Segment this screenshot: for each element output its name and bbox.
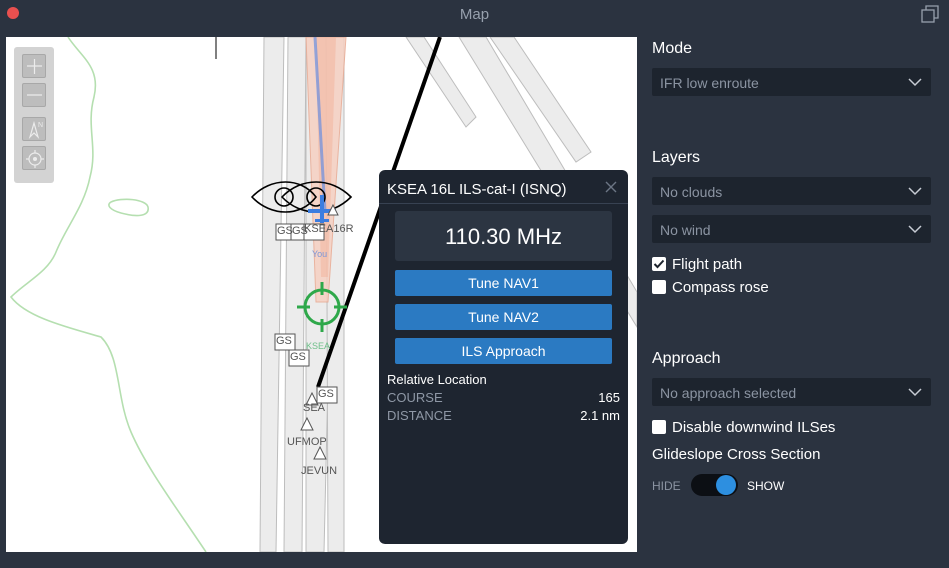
glideslope-heading: Glideslope Cross Section bbox=[652, 446, 821, 463]
gs-label: GS bbox=[276, 335, 292, 347]
zoom-out-button[interactable] bbox=[22, 83, 46, 107]
chevron-down-icon bbox=[908, 225, 922, 234]
title-bar: Map bbox=[0, 0, 949, 30]
compass-rose-label: Compass rose bbox=[672, 279, 769, 296]
gs-label: GS bbox=[318, 388, 334, 400]
flight-path-label: Flight path bbox=[672, 256, 743, 273]
glideslope-toggle-row: HIDE SHOW bbox=[652, 473, 852, 499]
distance-value: 2.1 nm bbox=[580, 408, 620, 423]
divider bbox=[379, 203, 628, 204]
crosshair-icon bbox=[26, 150, 44, 168]
jevun-label: JEVUN bbox=[301, 465, 338, 477]
you-label: You bbox=[312, 249, 328, 259]
popout-icon[interactable] bbox=[921, 5, 939, 23]
map-controls: N bbox=[14, 47, 54, 183]
glideslope-toggle[interactable] bbox=[691, 474, 738, 496]
wind-select-value: No wind bbox=[660, 222, 711, 238]
check-icon bbox=[653, 259, 665, 269]
approach-select-value: No approach selected bbox=[660, 385, 797, 401]
checkbox-unchecked[interactable] bbox=[652, 280, 666, 294]
compass-north-letter: N bbox=[38, 122, 43, 129]
popup-title: KSEA 16L ILS-cat-I (ISNQ) bbox=[387, 181, 567, 198]
toggle-hide-label: HIDE bbox=[652, 479, 681, 493]
navaid-popup: KSEA 16L ILS-cat-I (ISNQ) 110.30 MHz Tun… bbox=[379, 170, 628, 544]
distance-label: DISTANCE bbox=[387, 408, 452, 423]
ksea-label: KSEA bbox=[306, 341, 331, 351]
north-up-button[interactable]: N bbox=[22, 117, 46, 141]
mode-select[interactable]: IFR low enroute bbox=[652, 68, 931, 96]
gs-label: GS bbox=[277, 225, 293, 237]
mode-select-value: IFR low enroute bbox=[660, 75, 759, 91]
ksea16r-label: KSEA16R bbox=[304, 223, 354, 235]
sea-label: SEA bbox=[303, 402, 326, 414]
frequency-value: 110.30 MHz bbox=[445, 224, 562, 249]
layers-heading: Layers bbox=[652, 149, 701, 166]
chevron-down-icon bbox=[908, 388, 922, 397]
toggle-knob[interactable] bbox=[716, 475, 736, 495]
frequency-box: 110.30 MHz bbox=[395, 211, 612, 261]
checkbox-unchecked[interactable] bbox=[652, 420, 666, 434]
locate-button[interactable] bbox=[22, 146, 46, 170]
chevron-down-icon bbox=[908, 187, 922, 196]
approach-heading: Approach bbox=[652, 350, 721, 367]
course-value: 165 bbox=[598, 390, 620, 405]
disable-downwind-label: Disable downwind ILSes bbox=[672, 419, 836, 436]
relative-location-heading: Relative Location bbox=[387, 372, 487, 387]
tune-nav1-button[interactable]: Tune NAV1 bbox=[395, 270, 612, 296]
compass-north-icon: N bbox=[28, 120, 43, 140]
mode-heading: Mode bbox=[652, 40, 693, 57]
plus-icon bbox=[27, 59, 42, 74]
chevron-down-icon bbox=[908, 78, 922, 87]
course-label: COURSE bbox=[387, 390, 443, 405]
wind-select[interactable]: No wind bbox=[652, 215, 931, 243]
toggle-show-label: SHOW bbox=[747, 479, 785, 493]
checkbox-checked[interactable] bbox=[652, 257, 666, 271]
gs-label: GS bbox=[290, 351, 306, 363]
approach-select[interactable]: No approach selected bbox=[652, 378, 931, 406]
window-title: Map bbox=[459, 6, 490, 23]
close-icon[interactable] bbox=[604, 180, 618, 194]
clouds-select[interactable]: No clouds bbox=[652, 177, 931, 205]
zoom-in-button[interactable] bbox=[22, 54, 46, 78]
tune-nav2-button[interactable]: Tune NAV2 bbox=[395, 304, 612, 330]
ufmop-label: UFMOP bbox=[287, 436, 327, 448]
minus-icon bbox=[27, 94, 42, 96]
ils-approach-button[interactable]: ILS Approach bbox=[395, 338, 612, 364]
clouds-select-value: No clouds bbox=[660, 184, 723, 200]
